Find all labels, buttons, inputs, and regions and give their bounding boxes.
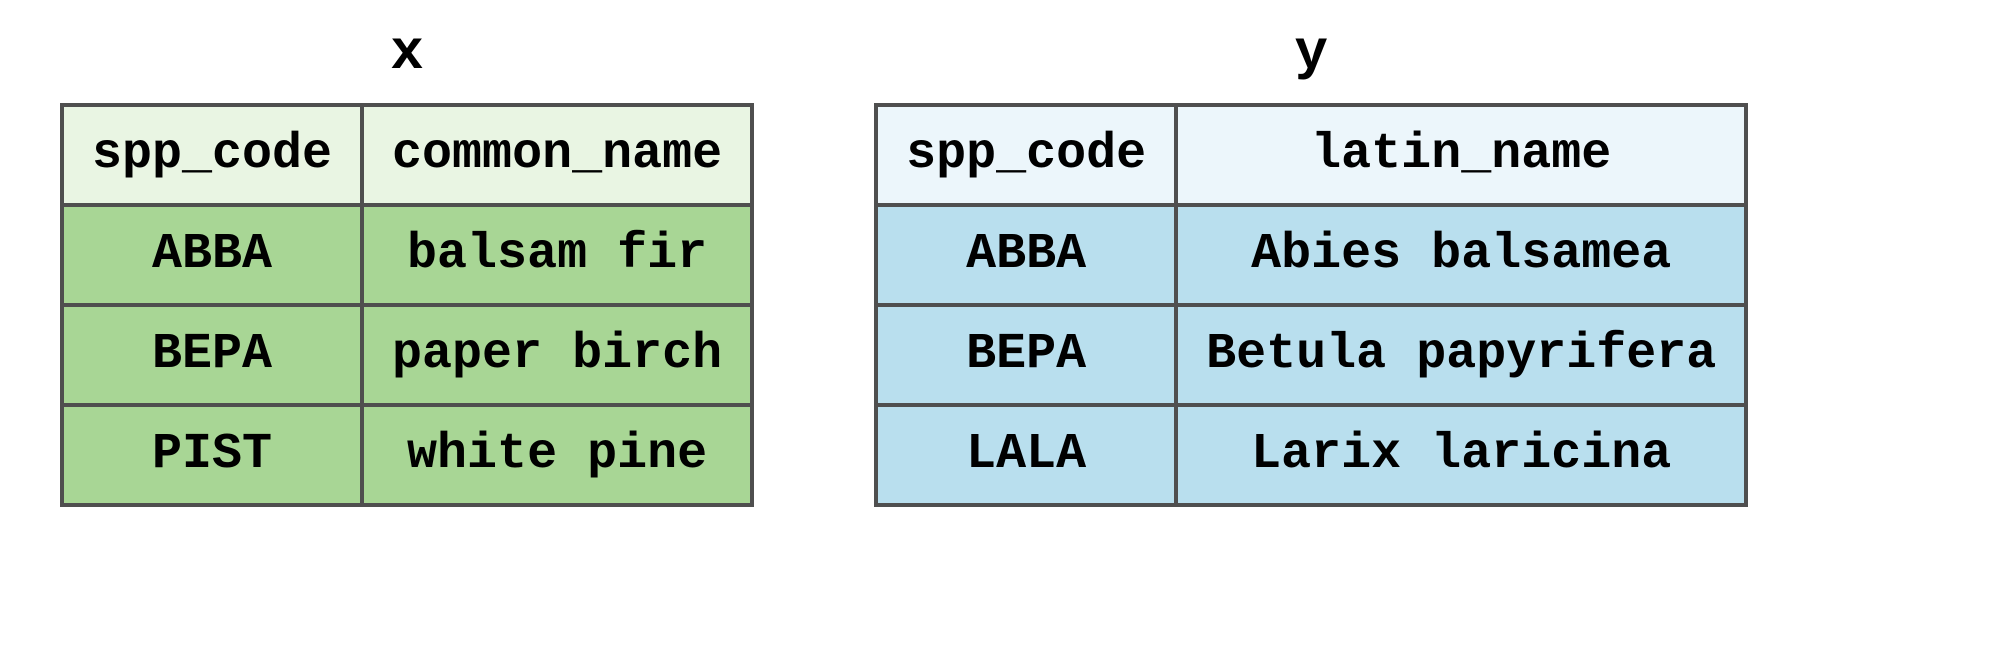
table-x-header-row: spp_code common_name [62,105,752,205]
table-y-cell-spp-code: ABBA [876,205,1176,305]
table-y-header-row: spp_code latin_name [876,105,1746,205]
table-x-cell-spp-code: PIST [62,405,362,505]
table-y-header-latin-name: latin_name [1176,105,1746,205]
table-y-cell-latin-name: Abies balsamea [1176,205,1746,305]
table-x-header-spp-code: spp_code [62,105,362,205]
table-x-cell-common-name: paper birch [362,305,752,405]
table-x-cell-common-name: white pine [362,405,752,505]
table-x-block: x spp_code common_name ABBA balsam fir B… [60,20,754,507]
table-row: PIST white pine [62,405,752,505]
table-y-cell-spp-code: BEPA [876,305,1176,405]
table-x: spp_code common_name ABBA balsam fir BEP… [60,103,754,507]
table-x-header-common-name: common_name [362,105,752,205]
table-row: LALA Larix laricina [876,405,1746,505]
table-row: ABBA Abies balsamea [876,205,1746,305]
table-y-cell-spp-code: LALA [876,405,1176,505]
table-x-cell-common-name: balsam fir [362,205,752,305]
table-row: BEPA Betula papyrifera [876,305,1746,405]
table-x-cell-spp-code: ABBA [62,205,362,305]
table-x-title: x [390,20,424,87]
tables-container: x spp_code common_name ABBA balsam fir B… [0,0,1993,507]
table-y: spp_code latin_name ABBA Abies balsamea … [874,103,1748,507]
table-y-cell-latin-name: Betula papyrifera [1176,305,1746,405]
table-y-block: y spp_code latin_name ABBA Abies balsame… [874,20,1748,507]
table-y-cell-latin-name: Larix laricina [1176,405,1746,505]
table-x-cell-spp-code: BEPA [62,305,362,405]
table-row: ABBA balsam fir [62,205,752,305]
table-row: BEPA paper birch [62,305,752,405]
table-y-header-spp-code: spp_code [876,105,1176,205]
table-y-title: y [1294,20,1328,87]
